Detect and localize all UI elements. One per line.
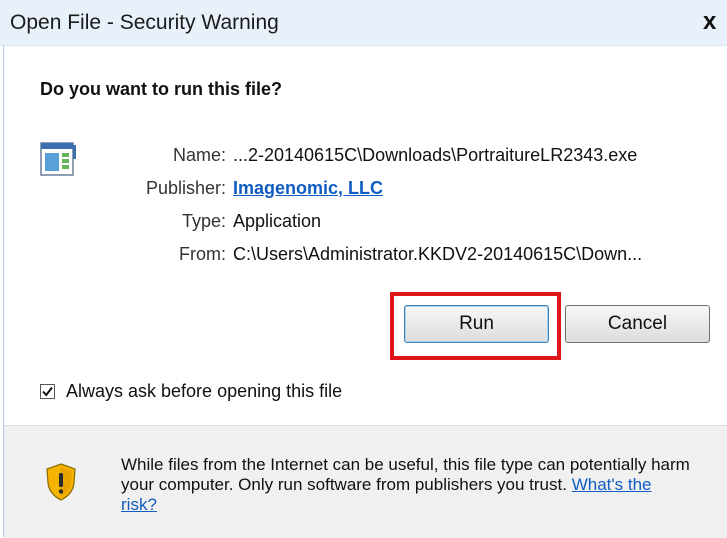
from-value: C:\Users\Administrator.KKDV2-20140615C\D…	[233, 244, 643, 264]
checkmark-icon	[42, 386, 53, 397]
shield-warning-icon	[46, 463, 76, 501]
type-label: Type:	[181, 211, 226, 231]
always-ask-label[interactable]: Always ask before opening this file	[66, 381, 342, 402]
from-label: From:	[179, 244, 226, 264]
always-ask-checkbox[interactable]	[40, 384, 55, 399]
warning-message: While files from the Internet can be use…	[121, 455, 691, 515]
name-label: Name:	[172, 145, 226, 165]
type-value: Application	[233, 211, 322, 231]
run-highlight-box	[390, 292, 561, 360]
title-bar: Open File - Security Warning x	[0, 0, 727, 46]
close-button[interactable]: x	[703, 8, 716, 36]
publisher-link[interactable]: Imagenomic, LLC	[233, 178, 383, 199]
cancel-button[interactable]: Cancel	[565, 305, 710, 343]
publisher-label: Publisher:	[145, 178, 226, 198]
name-value: ...2-20140615C\Downloads\PortraitureLR23…	[233, 145, 638, 165]
dialog-heading: Do you want to run this file?	[40, 79, 282, 99]
window-title: Open File - Security Warning	[10, 11, 279, 34]
